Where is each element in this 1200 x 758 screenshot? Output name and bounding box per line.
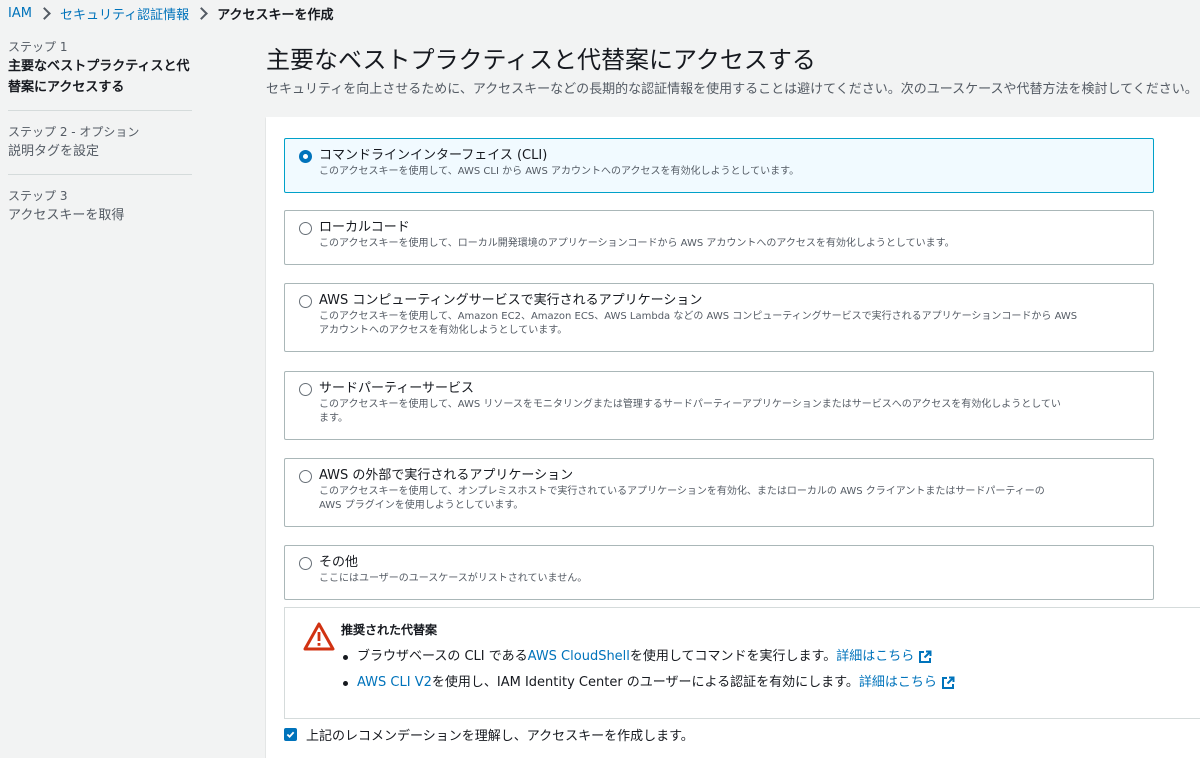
use-case-description: このアクセスキーを使用して、AWS CLI から AWS アカウントへのアクセス… bbox=[319, 166, 800, 177]
radio-button[interactable] bbox=[299, 470, 312, 483]
use-case-title: AWS コンピューティングサービスで実行されるアプリケーション bbox=[319, 293, 703, 308]
breadcrumb-link-security-credentials[interactable]: セキュリティ認証情報 bbox=[60, 4, 189, 23]
checkmark-icon bbox=[286, 731, 295, 739]
chevron-right-icon bbox=[38, 6, 51, 20]
external-link-icon bbox=[941, 676, 955, 689]
use-case-description: このアクセスキーを使用して、AWS リソースをモニタリングまたは管理するサードパ… bbox=[319, 398, 1139, 426]
step-number: ステップ 1 bbox=[8, 40, 68, 54]
list-item: AWS CLI V2 を使用し、IAM Identity Center のユーザ… bbox=[343, 670, 955, 696]
use-case-tile-third-party[interactable]: サードパーティーサービス このアクセスキーを使用して、AWS リソースをモニタリ… bbox=[284, 371, 1154, 440]
use-case-tile-cli[interactable]: コマンドラインインターフェイス (CLI) このアクセスキーを使用して、AWS … bbox=[284, 138, 1154, 193]
use-case-container: コマンドラインインターフェイス (CLI) このアクセスキーを使用して、AWS … bbox=[266, 117, 1200, 758]
radio-button-selected[interactable] bbox=[299, 150, 312, 163]
step-2[interactable]: ステップ 2 - オプション 説明タグを設定 bbox=[8, 123, 192, 175]
use-case-description: このアクセスキーを使用して、Amazon EC2、Amazon ECS、AWS … bbox=[319, 310, 1139, 338]
step-title: 説明タグを設定 bbox=[8, 144, 100, 159]
description-line: このアクセスキーを使用して、オンプレミスホストで実行されているアプリケーションを… bbox=[319, 486, 1045, 497]
step-title: 主要なベストプラクティスと代 替案にアクセスする bbox=[8, 56, 192, 98]
use-case-tile-aws-compute[interactable]: AWS コンピューティングサービスで実行されるアプリケーション このアクセスキー… bbox=[284, 283, 1154, 352]
page-title: 主要なベストプラクティスと代替案にアクセスする bbox=[266, 46, 816, 74]
learn-more-label: 詳細はこちら bbox=[836, 649, 915, 664]
acknowledge-label: 上記のレコメンデーションを理解し、アクセスキーを作成します。 bbox=[306, 729, 694, 744]
step-1: ステップ 1 主要なベストプラクティスと代 替案にアクセスする bbox=[8, 38, 192, 111]
radio-button[interactable] bbox=[299, 557, 312, 570]
use-case-tile-local-code[interactable]: ローカルコード このアクセスキーを使用して、ローカル開発環境のアプリケーションコ… bbox=[284, 210, 1154, 265]
list-item: ブラウザベースの CLI である AWS CloudShell を使用してコマン… bbox=[343, 644, 955, 670]
use-case-tile-outside-aws[interactable]: AWS の外部で実行されるアプリケーション このアクセスキーを使用して、オンプレ… bbox=[284, 458, 1154, 527]
external-link-icon bbox=[919, 650, 932, 663]
use-case-tile-other[interactable]: その他 ここにはユーザーのユースケースがリストされていません。 bbox=[284, 545, 1154, 600]
radio-button[interactable] bbox=[299, 222, 312, 235]
description-line: このアクセスキーを使用して、Amazon EC2、Amazon ECS、AWS … bbox=[319, 311, 1078, 322]
breadcrumb-current: アクセスキーを作成 bbox=[217, 7, 334, 23]
recommended-alternatives-alert: 推奨された代替案 ブラウザベースの CLI である AWS CloudShell… bbox=[284, 607, 1200, 719]
radio-button[interactable] bbox=[299, 383, 312, 396]
use-case-description: このアクセスキーを使用して、ローカル開発環境のアプリケーションコードから AWS… bbox=[319, 238, 955, 249]
use-case-title: サードパーティーサービス bbox=[319, 381, 474, 396]
step-title: アクセスキーを取得 bbox=[8, 208, 125, 223]
step-number: ステップ 2 - オプション bbox=[8, 125, 140, 139]
use-case-description: ここにはユーザーのユースケースがリストされていません。 bbox=[319, 573, 588, 584]
acknowledge-checkbox-row[interactable]: 上記のレコメンデーションを理解し、アクセスキーを作成します。 bbox=[284, 725, 694, 744]
alternative-text: を使用し、IAM Identity Center のユーザーによる認証を有効にし… bbox=[431, 675, 859, 690]
step-number: ステップ 3 bbox=[8, 189, 68, 203]
use-case-title: その他 bbox=[319, 555, 359, 570]
alternative-text: ブラウザベースの CLI である bbox=[357, 649, 528, 664]
breadcrumb: IAM セキュリティ認証情報 アクセスキーを作成 bbox=[8, 4, 334, 23]
use-case-title: ローカルコード bbox=[319, 220, 410, 235]
radio-button[interactable] bbox=[299, 295, 312, 308]
step-title-line: 替案にアクセスする bbox=[8, 80, 125, 95]
description-line: このアクセスキーを使用して、AWS リソースをモニタリングまたは管理するサードパ… bbox=[319, 399, 1061, 410]
alert-title: 推奨された代替案 bbox=[341, 623, 438, 637]
step-title-line: 主要なベストプラクティスと代 bbox=[8, 59, 190, 74]
bullet-icon bbox=[343, 654, 348, 660]
use-case-title: AWS の外部で実行されるアプリケーション bbox=[319, 468, 574, 483]
learn-more-label: 詳細はこちら bbox=[858, 675, 937, 690]
use-case-description: このアクセスキーを使用して、オンプレミスホストで実行されているアプリケーションを… bbox=[319, 485, 1139, 513]
learn-more-link[interactable]: 詳細はこちら bbox=[859, 670, 955, 696]
chevron-right-icon bbox=[195, 6, 209, 20]
use-case-title: コマンドラインインターフェイス (CLI) bbox=[319, 148, 548, 163]
page-description: セキュリティを向上させるために、アクセスキーなどの長期的な認証情報を使用すること… bbox=[266, 82, 1198, 97]
breadcrumb-link-iam[interactable]: IAM bbox=[8, 6, 32, 21]
wizard-steps: ステップ 1 主要なベストプラクティスと代 替案にアクセスする ステップ 2 -… bbox=[8, 38, 192, 250]
warning-icon bbox=[303, 622, 335, 651]
learn-more-link[interactable]: 詳細はこちら bbox=[836, 644, 932, 670]
description-line: AWS プラグインを使用しようとしています。 bbox=[319, 500, 524, 511]
description-line: アカウントへのアクセスを有効化しようとしています。 bbox=[319, 325, 568, 336]
step-3[interactable]: ステップ 3 アクセスキーを取得 bbox=[8, 187, 192, 238]
cloudshell-link[interactable]: AWS CloudShell bbox=[528, 644, 630, 670]
bullet-icon bbox=[343, 680, 348, 686]
acknowledge-checkbox[interactable] bbox=[284, 728, 297, 741]
cli-v2-link[interactable]: AWS CLI V2 bbox=[357, 670, 432, 696]
alternative-text: を使用してコマンドを実行します。 bbox=[629, 649, 837, 664]
description-line: ます。 bbox=[319, 413, 348, 424]
alternatives-list: ブラウザベースの CLI である AWS CloudShell を使用してコマン… bbox=[343, 644, 955, 696]
